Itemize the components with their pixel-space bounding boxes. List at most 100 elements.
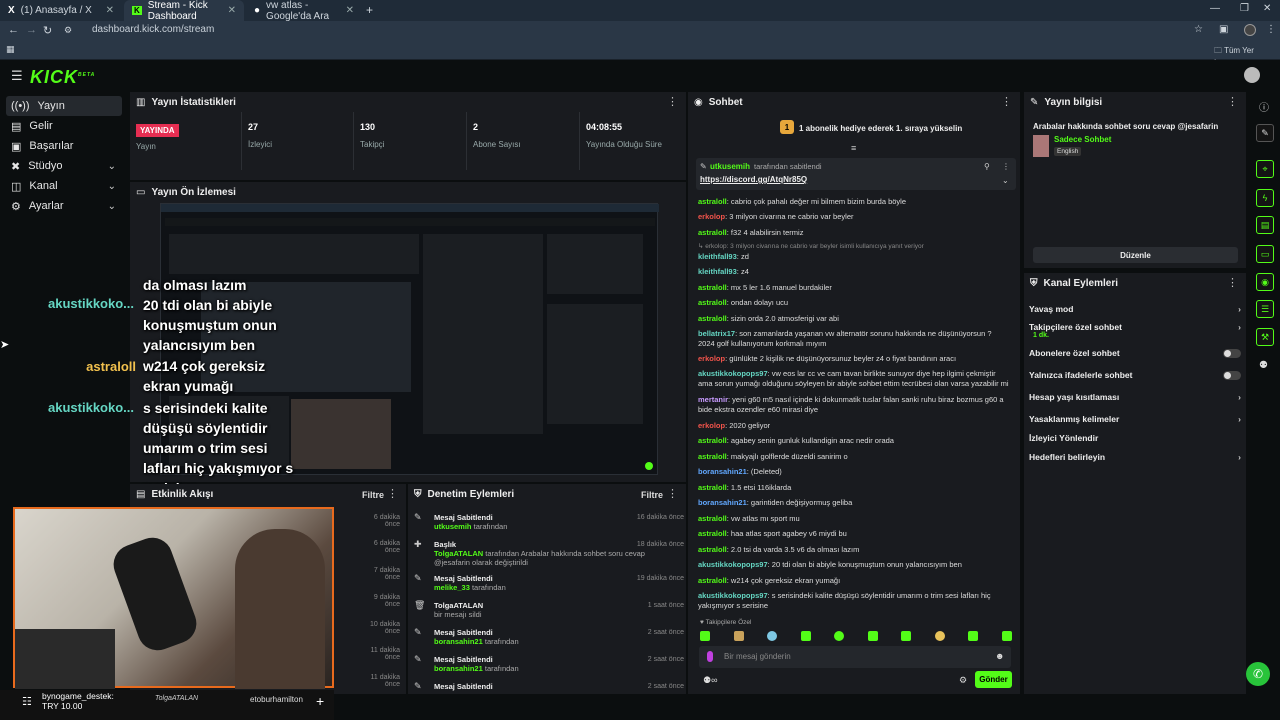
sidebar-item-studyo[interactable]: ✖ Stüdyo ⌄	[6, 156, 122, 176]
action-emotes-only[interactable]: Yalnızca ifadelerle sohbet	[1029, 368, 1241, 382]
menu-icon[interactable]: ⋮	[1266, 24, 1276, 35]
bolt-icon[interactable]: ϟ	[1256, 189, 1274, 207]
collapse-icon[interactable]: ≡	[851, 143, 856, 153]
minimize-icon[interactable]: —	[1210, 3, 1220, 14]
kick-logo[interactable]: KICKBETA	[30, 67, 95, 88]
chat-username[interactable]: astraloll	[698, 436, 727, 445]
emote-icon[interactable]	[834, 631, 845, 641]
add-widget-icon[interactable]: ⚉	[1259, 360, 1268, 371]
emote-icon[interactable]	[800, 631, 811, 641]
server-icon[interactable]: ☰	[1256, 300, 1274, 318]
message-icon[interactable]: ▭	[1256, 245, 1274, 263]
extension-icon[interactable]: ▣	[1219, 24, 1228, 35]
emote-icon[interactable]	[700, 631, 710, 641]
more-icon[interactable]: ⋮	[387, 487, 398, 500]
emote-icon[interactable]	[1001, 631, 1012, 641]
site-info-icon[interactable]: ⚙	[64, 25, 72, 36]
emote-icon[interactable]	[867, 631, 878, 641]
microphone-icon[interactable]	[707, 651, 713, 662]
pin-icon[interactable]: ⚲	[984, 162, 990, 171]
maximize-icon[interactable]: ❐	[1240, 3, 1249, 14]
new-tab-button[interactable]: +	[366, 3, 373, 17]
action-goals[interactable]: Hedefleri belirleyin ›	[1029, 450, 1241, 464]
sidebar-item-ayarlar[interactable]: ⚙ Ayarlar ⌄	[6, 196, 122, 216]
sidebar-item-basarilar[interactable]: ▣ Başarılar	[6, 136, 122, 156]
info-icon[interactable]: ⓘ	[1259, 99, 1269, 114]
emote-icon[interactable]	[934, 631, 945, 641]
more-icon[interactable]: ⋮	[1002, 162, 1010, 171]
close-icon[interactable]: ✕	[346, 5, 354, 16]
action-banned-words[interactable]: Yasaklanmış kelimeler ›	[1029, 412, 1241, 426]
avatar[interactable]	[1244, 67, 1260, 83]
profile-icon[interactable]	[1244, 24, 1256, 36]
send-button[interactable]: Gönder	[975, 671, 1012, 688]
chat-username[interactable]: akustikkokopops97	[698, 369, 768, 378]
chat-username[interactable]: erkolop	[698, 421, 725, 430]
toggle-switch[interactable]	[1223, 370, 1241, 380]
emote-icon[interactable]	[901, 631, 912, 641]
chat-username[interactable]: kleithfall93	[698, 267, 737, 276]
action-slow-mode[interactable]: Yavaş mod ›	[1029, 302, 1241, 316]
broadcast-icon[interactable]: ◉	[1256, 273, 1274, 291]
chat-username[interactable]: astraloll	[698, 283, 727, 292]
chat-username[interactable]: astraloll	[698, 545, 727, 554]
url-input[interactable]: dashboard.kick.com/stream	[92, 24, 214, 35]
chat-username[interactable]: boransahin21	[698, 498, 747, 507]
chat-username[interactable]: astraloll	[698, 514, 727, 523]
close-icon[interactable]: ✕	[228, 5, 236, 16]
chat-username[interactable]: erkolop	[698, 212, 725, 221]
chat-username[interactable]: astraloll	[698, 228, 727, 237]
browser-tab-kick[interactable]: K Stream - Kick Dashboard ✕	[124, 0, 244, 22]
hamburger-icon[interactable]: ☰	[11, 68, 23, 84]
action-account-age[interactable]: Hesap yaşı kısıtlaması ›	[1029, 390, 1241, 404]
action-host[interactable]: İzleyici Yönlendir	[1029, 431, 1241, 445]
chat-username[interactable]: erkolop	[698, 354, 725, 363]
emote-icon[interactable]	[733, 631, 744, 641]
chat-username[interactable]: boransahin21	[698, 467, 747, 476]
gift-banner[interactable]: 1 abonelik hediye ederek 1. sıraya yükse…	[799, 124, 962, 133]
close-window-icon[interactable]: ✕	[1263, 3, 1271, 14]
more-icon[interactable]: ⋮	[667, 487, 678, 500]
chat-tools-icon[interactable]: ⚉∞	[703, 675, 717, 686]
chat-username[interactable]: astraloll	[698, 314, 727, 323]
browser-tab-x[interactable]: X (1) Anasayfa / X ✕	[0, 0, 122, 21]
more-icon[interactable]: ⋮	[1001, 95, 1012, 108]
emoji-icon[interactable]: ☻	[995, 651, 1004, 661]
sidebar-item-gelir[interactable]: ▤ Gelir	[6, 116, 122, 136]
filter-button[interactable]: Filtre	[362, 490, 384, 500]
emote-icon[interactable]	[767, 631, 778, 641]
help-chat-button[interactable]: ✆	[1246, 662, 1270, 686]
category-link[interactable]: Sadece Sohbet	[1054, 135, 1111, 144]
star-icon[interactable]: ☆	[1194, 24, 1203, 35]
chat-username[interactable]: astraloll	[698, 483, 727, 492]
sidebar-item-kanal[interactable]: ◫ Kanal ⌄	[6, 176, 122, 196]
more-icon[interactable]: ⋮	[1227, 95, 1238, 108]
pinned-link[interactable]: https://discord.gg/AtqNr85Q	[700, 175, 807, 184]
chat-settings-icon[interactable]: ⚙	[959, 675, 967, 686]
emote-icon[interactable]	[968, 631, 979, 641]
wrench-icon[interactable]: ⚒	[1256, 328, 1274, 346]
chat-username[interactable]: akustikkokopops97	[698, 560, 768, 569]
forward-icon[interactable]: →	[26, 24, 37, 36]
chat-username[interactable]: astraloll	[698, 452, 727, 461]
back-icon[interactable]: ←	[8, 24, 19, 36]
clipboard-icon[interactable]: ▤	[1256, 216, 1274, 234]
chat-input[interactable]: Bir mesaj gönderin ☻	[699, 646, 1011, 668]
sidebar-item-yayin[interactable]: ((•)) Yayın	[6, 96, 122, 116]
chat-username[interactable]: bellatrix17	[698, 329, 735, 338]
chat-username[interactable]: astraloll	[698, 576, 727, 585]
apps-icon[interactable]: ▦	[6, 44, 15, 55]
filter-button[interactable]: Filtre	[641, 490, 663, 500]
chat-username[interactable]: kleithfall93	[698, 252, 737, 261]
toggle-switch[interactable]	[1223, 348, 1241, 358]
edit-button[interactable]: Düzenle	[1033, 247, 1238, 263]
chevron-down-icon[interactable]: ⌄	[1002, 176, 1009, 185]
chat-username[interactable]: astraloll	[698, 197, 727, 206]
action-followers-only[interactable]: Takipçilere özel sohbet ›	[1029, 320, 1241, 334]
action-subscribers-only[interactable]: Abonelere özel sohbet	[1029, 346, 1241, 360]
reload-icon[interactable]: ↻	[43, 24, 52, 37]
more-icon[interactable]: ⋮	[1227, 276, 1238, 289]
chat-username[interactable]: mertanir	[698, 395, 728, 404]
chat-username[interactable]: astraloll	[698, 529, 727, 538]
browser-tab-google[interactable]: ● vw atlas - Google'da Ara ✕	[246, 0, 362, 22]
